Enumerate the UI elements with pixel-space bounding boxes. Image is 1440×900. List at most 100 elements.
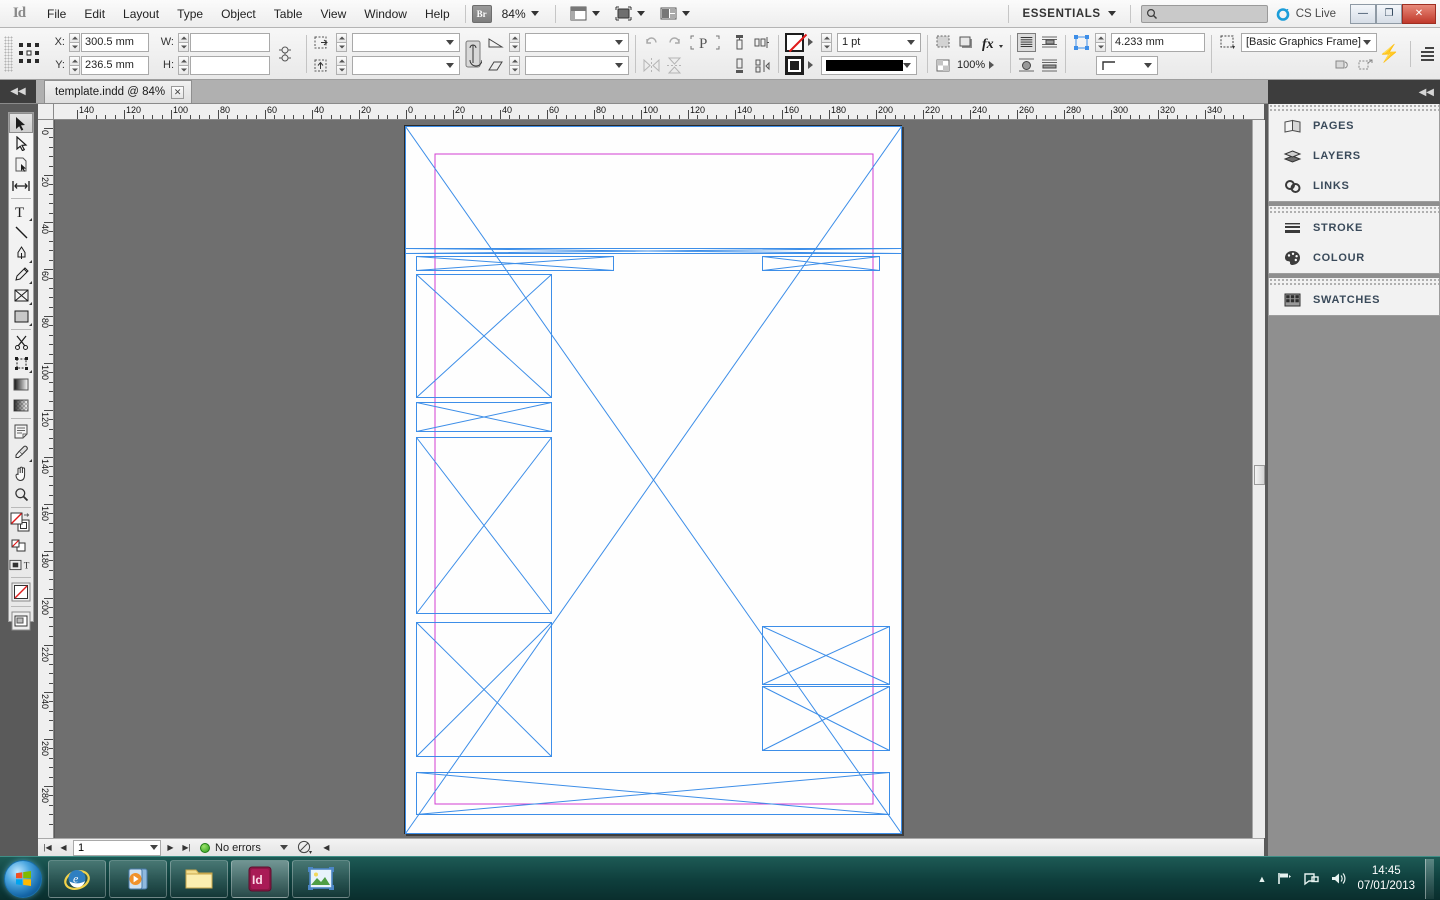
screen-mode-group[interactable] — [562, 5, 607, 22]
action-center-icon[interactable] — [1303, 871, 1320, 886]
zoom-level-combo[interactable]: 84% — [492, 7, 549, 21]
close-icon[interactable]: ✕ — [171, 85, 185, 99]
horizontal-ruler[interactable]: 140 120 100 80 60 40 20 0 20 40 60 80 100 120 140 160 18… — [38, 104, 1264, 120]
bridge-button[interactable]: Br — [471, 4, 492, 23]
flip-vertical-icon[interactable] — [665, 56, 684, 75]
collapse-dock-icon[interactable]: ◀◀ — [1419, 87, 1434, 98]
opacity-menu-icon[interactable] — [989, 61, 995, 69]
opacity-icon[interactable] — [934, 56, 953, 75]
menu-table[interactable]: Table — [265, 1, 312, 27]
distribute-vertical-icon[interactable] — [753, 56, 772, 75]
windows-start-orb[interactable] — [4, 859, 42, 898]
y-input[interactable] — [81, 55, 149, 75]
last-page-icon[interactable]: ▶| — [180, 841, 193, 854]
menu-help[interactable]: Help — [416, 1, 459, 27]
dock-header[interactable]: ◀◀ — [1268, 80, 1440, 104]
default-swap-fill-stroke[interactable] — [9, 538, 33, 554]
clear-overrides-icon[interactable] — [1333, 56, 1352, 75]
menu-view[interactable]: View — [311, 1, 355, 27]
arrange-documents-group[interactable] — [652, 5, 697, 22]
scissors-tool[interactable] — [9, 332, 33, 353]
page-number-combo[interactable]: 1 — [73, 839, 161, 856]
h-stepper[interactable] — [178, 55, 189, 75]
dock-group-grip[interactable] — [1269, 104, 1439, 111]
scale-y-stepper[interactable] — [336, 55, 347, 75]
constrain-size-icon[interactable] — [275, 43, 295, 65]
restore-button[interactable]: ❐ — [1376, 3, 1402, 24]
corner-shape-combo[interactable] — [1096, 55, 1158, 75]
gradient-feather-tool[interactable] — [9, 395, 33, 416]
menu-file[interactable]: File — [38, 1, 75, 27]
scale-x-icon[interactable] — [313, 33, 332, 52]
constrain-proportions-icon[interactable] — [464, 39, 482, 69]
zoom-tool[interactable] — [9, 484, 33, 505]
reveal-in-explorer-icon[interactable] — [297, 840, 313, 855]
first-page-icon[interactable]: |◀ — [41, 841, 54, 854]
taskbar-item-internet-explorer[interactable]: e — [48, 859, 106, 898]
menu-type[interactable]: Type — [168, 1, 212, 27]
effects-fx-icon[interactable]: fx — [980, 33, 1004, 52]
workspace-switcher[interactable]: ESSENTIALS — [1015, 8, 1124, 20]
corner-radius-input[interactable] — [1111, 32, 1205, 52]
w-stepper[interactable] — [178, 32, 189, 52]
x-stepper[interactable] — [69, 32, 80, 52]
note-tool[interactable] — [9, 421, 33, 442]
scale-y-icon[interactable] — [313, 56, 332, 75]
dock-item-colour[interactable]: COLOUR — [1269, 243, 1439, 273]
rotation-combo[interactable] — [525, 32, 629, 52]
reference-point-icon[interactable] — [17, 41, 43, 67]
document-tab[interactable]: template.indd @ 84% ✕ — [44, 80, 193, 103]
taskbar-item-media-player[interactable] — [109, 859, 167, 898]
stroke-none-swatch[interactable] — [785, 32, 804, 52]
page-tool[interactable] — [9, 154, 33, 175]
container-select-icon[interactable] — [934, 33, 953, 52]
menu-object[interactable]: Object — [212, 1, 265, 27]
vertical-scrollbar[interactable] — [1252, 120, 1265, 838]
line-tool[interactable] — [9, 222, 33, 243]
collapse-panel-icon[interactable]: ◀◀ — [0, 80, 36, 103]
align-bottom-icon[interactable] — [730, 56, 749, 75]
apply-none-button[interactable] — [9, 580, 33, 604]
direct-selection-tool[interactable] — [9, 133, 33, 154]
normal-view-mode-button[interactable] — [9, 609, 33, 633]
break-link-to-style-icon[interactable] — [1356, 56, 1375, 75]
drop-shadow-icon[interactable] — [957, 33, 976, 52]
rotation-stepper[interactable] — [509, 32, 520, 52]
text-wrap-none-icon[interactable] — [1017, 32, 1036, 52]
type-tool[interactable]: T — [9, 201, 33, 222]
scale-x-combo[interactable] — [352, 32, 460, 52]
preflight-status[interactable]: No errors — [200, 842, 288, 854]
search-input[interactable] — [1140, 4, 1268, 23]
taskbar-item-indesign[interactable]: Id — [231, 859, 289, 898]
y-stepper[interactable] — [69, 55, 80, 75]
dock-item-links[interactable]: LINKS — [1269, 171, 1439, 201]
rotate-90-cw-icon[interactable] — [665, 33, 684, 52]
shear-stepper[interactable] — [509, 55, 520, 75]
dock-item-pages[interactable]: PAGES — [1269, 111, 1439, 141]
network-icon[interactable] — [1276, 871, 1293, 886]
frame-view-group[interactable] — [607, 5, 652, 22]
rotate-90-ccw-icon[interactable] — [642, 33, 661, 52]
distribute-horizontal-icon[interactable] — [753, 33, 772, 52]
vertical-ruler[interactable]: 0 20 40 60 80 100 120 140 160 180 200 220 240 260 280 — [38, 120, 54, 838]
text-wrap-jump-object-icon[interactable] — [1040, 56, 1059, 75]
minimize-button[interactable]: — — [1350, 3, 1376, 24]
menu-edit[interactable]: Edit — [75, 1, 114, 27]
opacity-value[interactable]: 100% — [957, 59, 985, 71]
pen-tool[interactable] — [9, 243, 33, 264]
menu-window[interactable]: Window — [355, 1, 416, 27]
vertical-scrollbar-thumb[interactable] — [1254, 465, 1265, 485]
panel-menu-icon[interactable] — [1421, 46, 1434, 61]
rectangle-tool[interactable] — [9, 306, 33, 327]
ruler-origin[interactable] — [38, 104, 54, 120]
selection-tool[interactable] — [9, 113, 33, 133]
document-canvas[interactable] — [55, 120, 1257, 838]
gradient-swatch-tool[interactable] — [9, 374, 33, 395]
flip-horizontal-icon[interactable] — [642, 56, 661, 75]
corner-options-icon[interactable] — [1072, 33, 1091, 52]
object-style-combo[interactable]: [Basic Graphics Frame] — [1241, 32, 1377, 52]
quick-apply-icon[interactable]: ⚡ — [1379, 44, 1400, 64]
fill-swatch[interactable] — [785, 55, 804, 75]
formatting-affects-container[interactable]: T — [9, 554, 33, 575]
menu-layout[interactable]: Layout — [114, 1, 168, 27]
